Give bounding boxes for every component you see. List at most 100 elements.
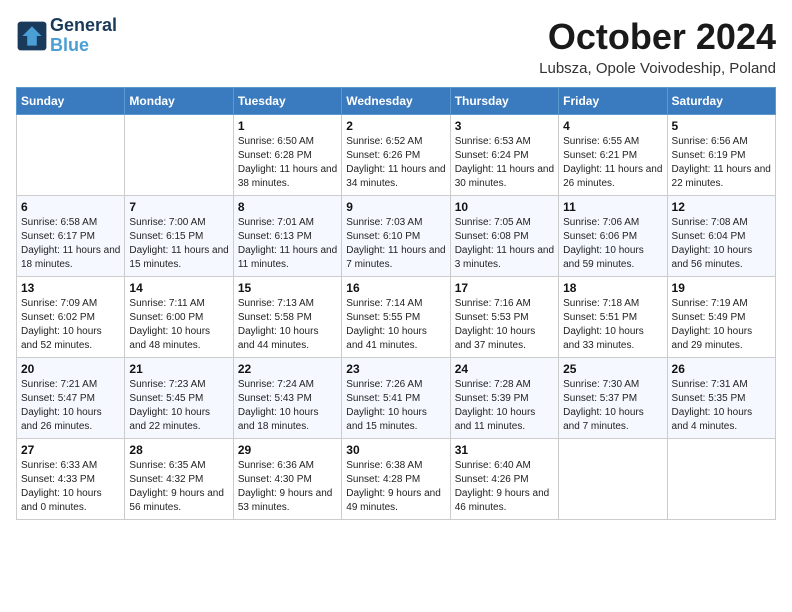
day-number: 4	[563, 119, 662, 133]
calendar-cell: 15Sunrise: 7:13 AM Sunset: 5:58 PM Dayli…	[233, 277, 341, 358]
day-info: Sunrise: 6:38 AM Sunset: 4:28 PM Dayligh…	[346, 459, 445, 515]
calendar-cell: 27 Sunrise: 6:33 AM Sunset: 4:33 PM Dayli…	[17, 439, 125, 520]
calendar-header: SundayMondayTuesdayWednesdayThursdayFrid…	[17, 88, 776, 115]
day-info: Sunrise: 7:13 AM Sunset: 5:58 PM Dayligh…	[238, 297, 337, 353]
weekday-header: Friday	[559, 88, 667, 115]
day-info: Sunrise: 7:01 AM Sunset: 6:13 PM Dayligh…	[238, 216, 337, 272]
day-number: 2	[346, 119, 445, 133]
day-number: 20	[21, 362, 120, 376]
day-info: Sunrise: 7:09 AM Sunset: 6:02 PM Dayligh…	[21, 297, 120, 353]
day-number: 26	[672, 362, 771, 376]
day-number: 27	[21, 443, 120, 457]
day-number: 9	[346, 200, 445, 214]
calendar-cell: 14 Sunrise: 7:11 AM Sunset: 6:00 PM Dayli…	[125, 277, 233, 358]
day-info: Sunrise: 7:14 AM Sunset: 5:55 PM Dayligh…	[346, 297, 445, 353]
calendar-cell: 2Sunrise: 6:52 AM Sunset: 6:26 PM Daylig…	[342, 115, 450, 196]
day-number: 18	[563, 281, 662, 295]
day-number: 25	[563, 362, 662, 376]
calendar-cell: 29 Sunrise: 6:36 AM Sunset: 4:30 PM Dayli…	[233, 439, 341, 520]
title-area: October 2024 Lubsza, Opole Voivodeship, …	[539, 16, 776, 77]
day-info: Sunrise: 6:36 AM Sunset: 4:30 PM Dayligh…	[238, 459, 337, 515]
header-row: SundayMondayTuesdayWednesdayThursdayFrid…	[17, 88, 776, 115]
calendar-cell: 3 Sunrise: 6:53 AM Sunset: 6:24 PM Daylig…	[450, 115, 558, 196]
calendar-cell: 23 Sunrise: 7:26 AM Sunset: 5:41 PM Dayli…	[342, 358, 450, 439]
weekday-header: Monday	[125, 88, 233, 115]
day-number: 30	[346, 443, 445, 457]
day-number: 14	[129, 281, 228, 295]
day-number: 1	[238, 119, 337, 133]
calendar-cell: 18Sunrise: 7:18 AM Sunset: 5:51 PM Dayli…	[559, 277, 667, 358]
calendar-week-row: 13 Sunrise: 7:09 AM Sunset: 6:02 PM Dayli…	[17, 277, 776, 358]
day-info: Sunrise: 6:53 AM Sunset: 6:24 PM Dayligh…	[455, 135, 554, 191]
calendar-cell: 24Sunrise: 7:28 AM Sunset: 5:39 PM Dayli…	[450, 358, 558, 439]
weekday-header: Saturday	[667, 88, 775, 115]
location: Lubsza, Opole Voivodeship, Poland	[539, 60, 776, 77]
day-number: 11	[563, 200, 662, 214]
month-title: October 2024	[539, 16, 776, 58]
day-number: 10	[455, 200, 554, 214]
calendar-cell	[667, 439, 775, 520]
day-info: Sunrise: 7:06 AM Sunset: 6:06 PM Dayligh…	[563, 216, 662, 272]
day-info: Sunrise: 7:08 AM Sunset: 6:04 PM Dayligh…	[672, 216, 771, 272]
calendar-cell: 9 Sunrise: 7:03 AM Sunset: 6:10 PM Daylig…	[342, 196, 450, 277]
day-info: Sunrise: 7:31 AM Sunset: 5:35 PM Dayligh…	[672, 378, 771, 434]
calendar-week-row: 20Sunrise: 7:21 AM Sunset: 5:47 PM Dayli…	[17, 358, 776, 439]
calendar-cell: 7 Sunrise: 7:00 AM Sunset: 6:15 PM Daylig…	[125, 196, 233, 277]
day-number: 31	[455, 443, 554, 457]
calendar-cell: 28Sunrise: 6:35 AM Sunset: 4:32 PM Dayli…	[125, 439, 233, 520]
day-info: Sunrise: 7:28 AM Sunset: 5:39 PM Dayligh…	[455, 378, 554, 434]
calendar-cell: 21 Sunrise: 7:23 AM Sunset: 5:45 PM Dayli…	[125, 358, 233, 439]
day-info: Sunrise: 7:19 AM Sunset: 5:49 PM Dayligh…	[672, 297, 771, 353]
day-info: Sunrise: 7:03 AM Sunset: 6:10 PM Dayligh…	[346, 216, 445, 272]
calendar-week-row: 27 Sunrise: 6:33 AM Sunset: 4:33 PM Dayli…	[17, 439, 776, 520]
day-number: 3	[455, 119, 554, 133]
day-number: 7	[129, 200, 228, 214]
day-info: Sunrise: 7:00 AM Sunset: 6:15 PM Dayligh…	[129, 216, 228, 272]
page-header: General Blue October 2024 Lubsza, Opole …	[16, 16, 776, 77]
calendar-cell: 25 Sunrise: 7:30 AM Sunset: 5:37 PM Dayli…	[559, 358, 667, 439]
day-info: Sunrise: 7:05 AM Sunset: 6:08 PM Dayligh…	[455, 216, 554, 272]
day-number: 17	[455, 281, 554, 295]
logo-icon	[16, 20, 48, 52]
day-number: 23	[346, 362, 445, 376]
day-info: Sunrise: 7:26 AM Sunset: 5:41 PM Dayligh…	[346, 378, 445, 434]
calendar-cell: 17Sunrise: 7:16 AM Sunset: 5:53 PM Dayli…	[450, 277, 558, 358]
calendar-cell: 30 Sunrise: 6:38 AM Sunset: 4:28 PM Dayli…	[342, 439, 450, 520]
day-number: 12	[672, 200, 771, 214]
calendar-body: 1 Sunrise: 6:50 AM Sunset: 6:28 PM Daylig…	[17, 115, 776, 520]
weekday-header: Thursday	[450, 88, 558, 115]
calendar-cell: 22 Sunrise: 7:24 AM Sunset: 5:43 PM Dayli…	[233, 358, 341, 439]
logo: General Blue	[16, 16, 117, 56]
day-number: 21	[129, 362, 228, 376]
day-info: Sunrise: 7:30 AM Sunset: 5:37 PM Dayligh…	[563, 378, 662, 434]
calendar-cell: 11 Sunrise: 7:06 AM Sunset: 6:06 PM Dayli…	[559, 196, 667, 277]
calendar-cell: 31 Sunrise: 6:40 AM Sunset: 4:26 PM Dayli…	[450, 439, 558, 520]
day-number: 13	[21, 281, 120, 295]
day-info: Sunrise: 7:11 AM Sunset: 6:00 PM Dayligh…	[129, 297, 228, 353]
weekday-header: Tuesday	[233, 88, 341, 115]
calendar-cell: 4 Sunrise: 6:55 AM Sunset: 6:21 PM Daylig…	[559, 115, 667, 196]
calendar-cell: 26 Sunrise: 7:31 AM Sunset: 5:35 PM Dayli…	[667, 358, 775, 439]
day-info: Sunrise: 6:35 AM Sunset: 4:32 PM Dayligh…	[129, 459, 228, 515]
day-number: 29	[238, 443, 337, 457]
day-number: 22	[238, 362, 337, 376]
day-number: 8	[238, 200, 337, 214]
day-number: 16	[346, 281, 445, 295]
day-info: Sunrise: 6:40 AM Sunset: 4:26 PM Dayligh…	[455, 459, 554, 515]
day-number: 5	[672, 119, 771, 133]
day-info: Sunrise: 6:50 AM Sunset: 6:28 PM Dayligh…	[238, 135, 337, 191]
weekday-header: Sunday	[17, 88, 125, 115]
calendar-cell: 19Sunrise: 7:19 AM Sunset: 5:49 PM Dayli…	[667, 277, 775, 358]
calendar-week-row: 1 Sunrise: 6:50 AM Sunset: 6:28 PM Daylig…	[17, 115, 776, 196]
day-info: Sunrise: 6:55 AM Sunset: 6:21 PM Dayligh…	[563, 135, 662, 191]
day-info: Sunrise: 6:58 AM Sunset: 6:17 PM Dayligh…	[21, 216, 120, 272]
calendar-cell: 16 Sunrise: 7:14 AM Sunset: 5:55 PM Dayli…	[342, 277, 450, 358]
calendar-week-row: 6Sunrise: 6:58 AM Sunset: 6:17 PM Daylig…	[17, 196, 776, 277]
weekday-header: Wednesday	[342, 88, 450, 115]
day-info: Sunrise: 7:24 AM Sunset: 5:43 PM Dayligh…	[238, 378, 337, 434]
calendar-cell: 1 Sunrise: 6:50 AM Sunset: 6:28 PM Daylig…	[233, 115, 341, 196]
day-info: Sunrise: 7:23 AM Sunset: 5:45 PM Dayligh…	[129, 378, 228, 434]
day-info: Sunrise: 6:33 AM Sunset: 4:33 PM Dayligh…	[21, 459, 120, 515]
calendar-cell: 12 Sunrise: 7:08 AM Sunset: 6:04 PM Dayli…	[667, 196, 775, 277]
calendar-cell	[125, 115, 233, 196]
